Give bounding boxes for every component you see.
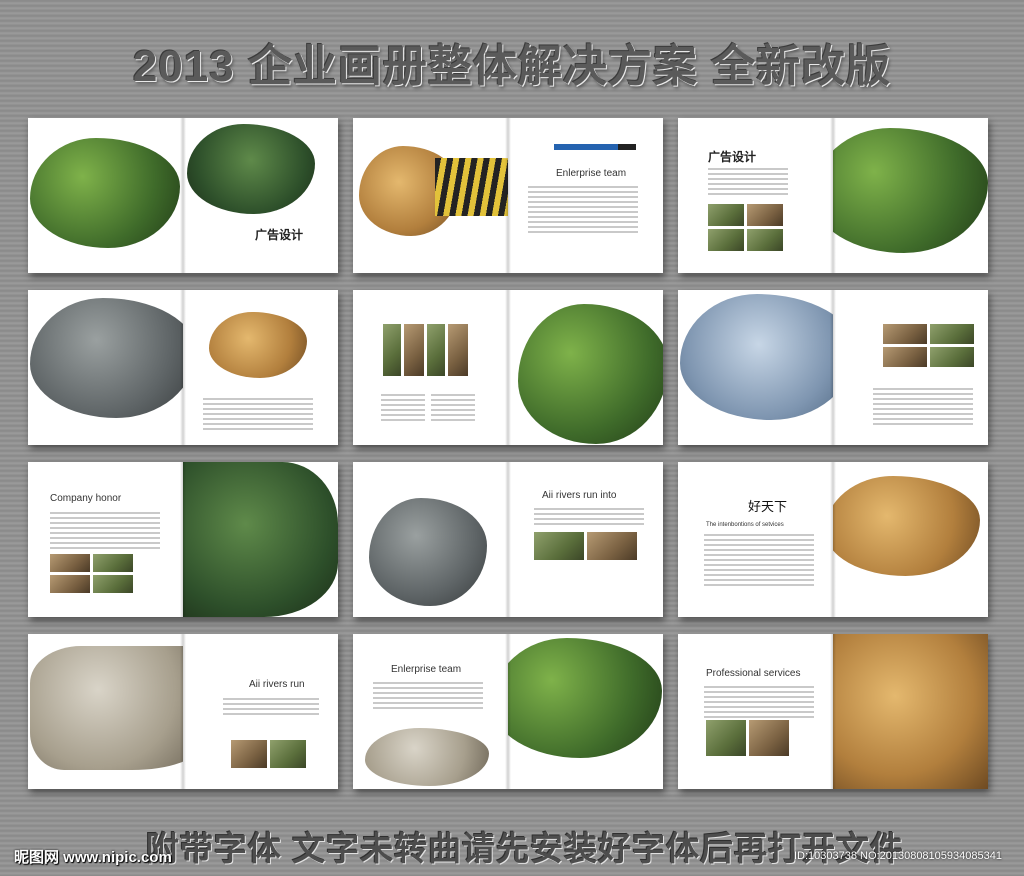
lions-image [209,312,307,378]
brochure-spread-6 [678,290,988,445]
brochure-spread-11: Enlerprise team [353,634,663,789]
spread-7-left-page: Company honor [28,462,183,617]
brochure-spread-1: 广告设计 [28,118,338,273]
spread-4-left-page [28,290,183,445]
body-text-lines [431,394,475,424]
brochure-spread-7: Company honor [28,462,338,617]
spread-11-right-page [508,634,663,789]
peacock-image [518,304,663,444]
tiger-image [680,294,833,420]
fox-image [187,124,315,214]
spread-1-right-page: 广告设计 [183,118,338,273]
enterprise-team-title-2: Enlerprise team [391,664,462,675]
panda-image [833,128,988,253]
giraffe-image [183,462,338,617]
spread-6-right-page [833,290,988,445]
photo-grid [883,324,974,367]
spread-12-left-page: Professional services [678,634,833,789]
spread-10-right-page: Aii rivers run [183,634,338,789]
photo-grid [534,532,637,560]
leaf-hedgehog-image [30,138,180,248]
brochure-spread-9: 好天下 The intenbontions of setvices [678,462,988,617]
striped-fence-image [435,158,508,216]
brand-mark: 好天下 [748,500,788,515]
brochure-spread-3: 广告设计 [678,118,988,273]
elephant-image [369,498,487,606]
professional-services-title: Professional services [706,668,801,679]
brochure-spread-8: Aii rivers run into [353,462,663,617]
headline: 2013 企业画册整体解决方案 全新改版 [132,42,892,91]
spread-11-left-page: Enlerprise team [353,634,508,789]
photo-grid [50,554,133,593]
spread-9-left-page: 好天下 The intenbontions of setvices [678,462,833,617]
spread-7-right-page [183,462,338,617]
body-text-lines [203,398,313,433]
enterprise-team-title: Enlerprise team [556,168,627,179]
child-at-fence-image [508,638,662,758]
photo-strip [383,324,468,376]
spread-2-left-page [353,118,508,273]
spread-8-right-page: Aii rivers run into [508,462,663,617]
brochure-spread-2: Enlerprise team [353,118,663,273]
rivers-run-title: Aii rivers run [249,679,305,690]
ad-design-title-2: 广告设计 [708,150,757,164]
brochure-spread-12: Professional services [678,634,988,789]
body-text-lines [373,682,483,712]
rocks-image [365,728,489,786]
penguins-image [30,646,183,770]
photo-grid [708,204,783,251]
site-watermark: 昵图网 www.nipic.com [14,849,172,866]
body-text-lines [873,388,973,428]
body-text-lines [528,186,638,236]
spread-2-right-page: Enlerprise team [508,118,663,273]
intentions-subtitle: The intenbontions of setvices [706,522,784,528]
elephants-image [30,298,183,418]
giraffes-zebras-image [833,476,980,576]
ad-design-title: 广告设计 [255,228,304,242]
body-text-lines [708,168,788,198]
body-text-lines [704,534,814,589]
spread-1-left-page [28,118,183,273]
rivers-run-into-title: Aii rivers run into [542,490,617,501]
footer-note: 附带字体 文字未转曲请先安装好字体后再打开文件 [145,830,905,867]
body-text-lines [50,512,160,552]
body-text-lines [223,698,319,718]
monkeys-image [833,634,988,789]
spread-5-right-page [508,290,663,445]
image-id-stamp: ID:10303738 NO:20130808105934085341 [794,850,1002,862]
spread-8-left-page [353,462,508,617]
body-text-lines [534,508,644,528]
photo-grid [706,720,789,756]
brochure-spread-4 [28,290,338,445]
spread-5-left-page [353,290,508,445]
photo-grid [231,740,306,768]
accent-bar [554,144,636,150]
spread-10-left-page [28,634,183,789]
company-honor-title: Company honor [50,493,122,504]
body-text-lines [704,686,814,721]
body-text-lines [381,394,425,424]
spread-6-left-page [678,290,833,445]
spread-12-right-page [833,634,988,789]
spread-3-right-page [833,118,988,273]
brochure-spread-5 [353,290,663,445]
spread-4-right-page [183,290,338,445]
spread-3-left-page: 广告设计 [678,118,833,273]
spread-9-right-page [833,462,988,617]
brochure-spread-10: Aii rivers run [28,634,338,789]
